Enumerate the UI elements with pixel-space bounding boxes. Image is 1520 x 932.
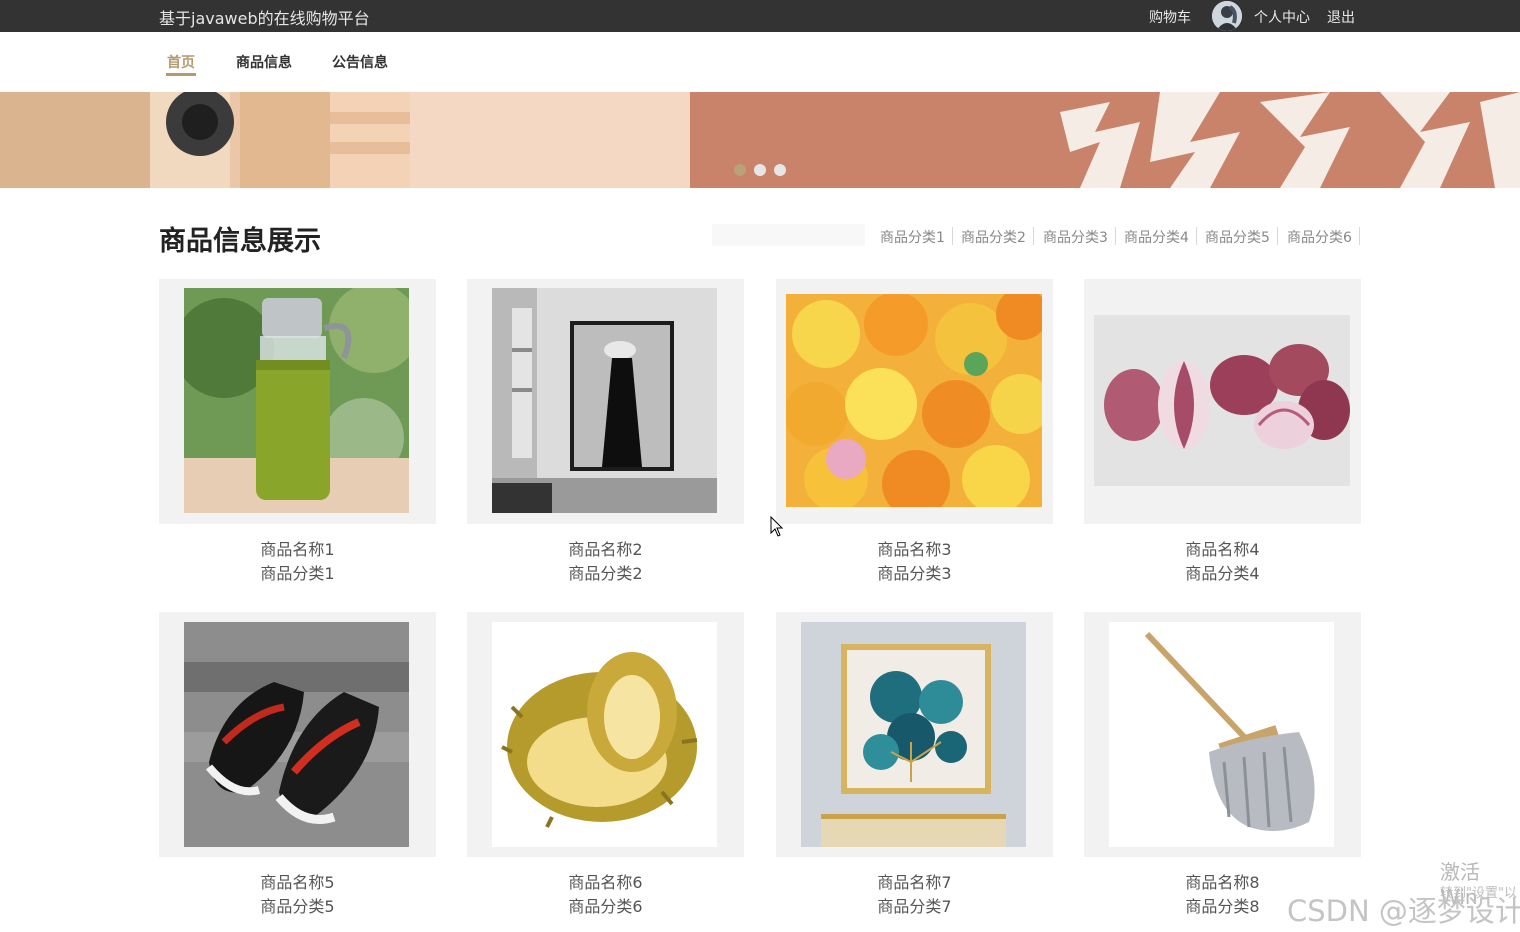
nav-active-underline (166, 73, 196, 76)
category-divider (1033, 227, 1034, 245)
product-image-onions[interactable] (1094, 315, 1350, 486)
carousel-dot-2[interactable] (754, 164, 766, 176)
product-name[interactable]: 商品名称1 (159, 536, 436, 560)
product-card[interactable]: 商品名称1 商品分类1 (159, 279, 436, 589)
mouse-cursor-icon (770, 516, 784, 537)
product-category: 商品分类2 (568, 564, 643, 583)
product-name[interactable]: 商品名称7 (776, 869, 1053, 893)
product-category: 商品分类3 (877, 564, 952, 583)
category-filter-3[interactable]: 商品分类3 (1043, 227, 1108, 247)
product-name[interactable]: 商品名称6 (467, 869, 744, 893)
product-image-mop[interactable] (1109, 622, 1334, 847)
avatar[interactable] (1212, 1, 1242, 31)
product-card[interactable]: 商品名称2 商品分类2 (467, 279, 744, 589)
nav-item-notices[interactable]: 公告信息 (332, 52, 388, 72)
search-input[interactable] (712, 224, 865, 246)
product-card[interactable]: 商品名称3 商品分类3 (776, 279, 1053, 589)
product-image-jelly[interactable] (786, 294, 1042, 507)
category-filter-1[interactable]: 商品分类1 (880, 227, 945, 247)
product-image-wall-art[interactable] (492, 288, 717, 513)
category-filter-5[interactable]: 商品分类5 (1205, 227, 1270, 247)
carousel-dot-1[interactable] (734, 164, 746, 176)
product-image-sneakers[interactable] (184, 622, 409, 847)
category-divider (1196, 227, 1197, 245)
banner-carousel[interactable] (0, 92, 1520, 188)
product-card[interactable]: 商品名称6 商品分类6 (467, 612, 744, 922)
csdn-watermark: CSDN @逐梦设计 (1287, 894, 1520, 928)
category-filter-2[interactable]: 商品分类2 (961, 227, 1026, 247)
product-card[interactable]: 商品名称7 商品分类7 (776, 612, 1053, 922)
product-category: 商品分类7 (877, 897, 952, 916)
profile-link[interactable]: 个人中心 (1254, 7, 1310, 27)
category-divider (1115, 227, 1116, 245)
category-divider (1277, 227, 1278, 245)
logout-link[interactable]: 退出 (1327, 7, 1355, 27)
section-title: 商品信息展示 (159, 226, 321, 257)
product-image-bottle[interactable] (184, 288, 409, 513)
product-category: 商品分类5 (260, 897, 335, 916)
product-name[interactable]: 商品名称3 (776, 536, 1053, 560)
category-filter-6[interactable]: 商品分类6 (1287, 227, 1352, 247)
nav-item-home[interactable]: 首页 (167, 52, 195, 72)
product-category: 商品分类1 (260, 564, 335, 583)
product-category: 商品分类6 (568, 897, 643, 916)
category-divider (1359, 227, 1360, 245)
product-image-ginkgo-painting[interactable] (801, 622, 1026, 847)
product-card[interactable]: 商品名称8 商品分类8 (1084, 612, 1361, 922)
site-title[interactable]: 基于javaweb的在线购物平台 (159, 5, 370, 29)
product-name[interactable]: 商品名称2 (467, 536, 744, 560)
product-name[interactable]: 商品名称4 (1084, 536, 1361, 560)
product-image-durian[interactable] (492, 622, 717, 847)
category-divider (952, 227, 953, 245)
category-filter-4[interactable]: 商品分类4 (1124, 227, 1189, 247)
product-card[interactable]: 商品名称5 商品分类5 (159, 612, 436, 922)
nav-item-products[interactable]: 商品信息 (236, 52, 292, 72)
product-name[interactable]: 商品名称5 (159, 869, 436, 893)
cart-link[interactable]: 购物车 (1149, 7, 1191, 27)
product-card[interactable]: 商品名称4 商品分类4 (1084, 279, 1361, 589)
carousel-dot-3[interactable] (774, 164, 786, 176)
main-nav: 首页 商品信息 公告信息 (0, 32, 1520, 92)
product-category: 商品分类4 (1185, 564, 1260, 583)
top-bar: 基于javaweb的在线购物平台 购物车 个人中心 退出 (0, 0, 1520, 32)
